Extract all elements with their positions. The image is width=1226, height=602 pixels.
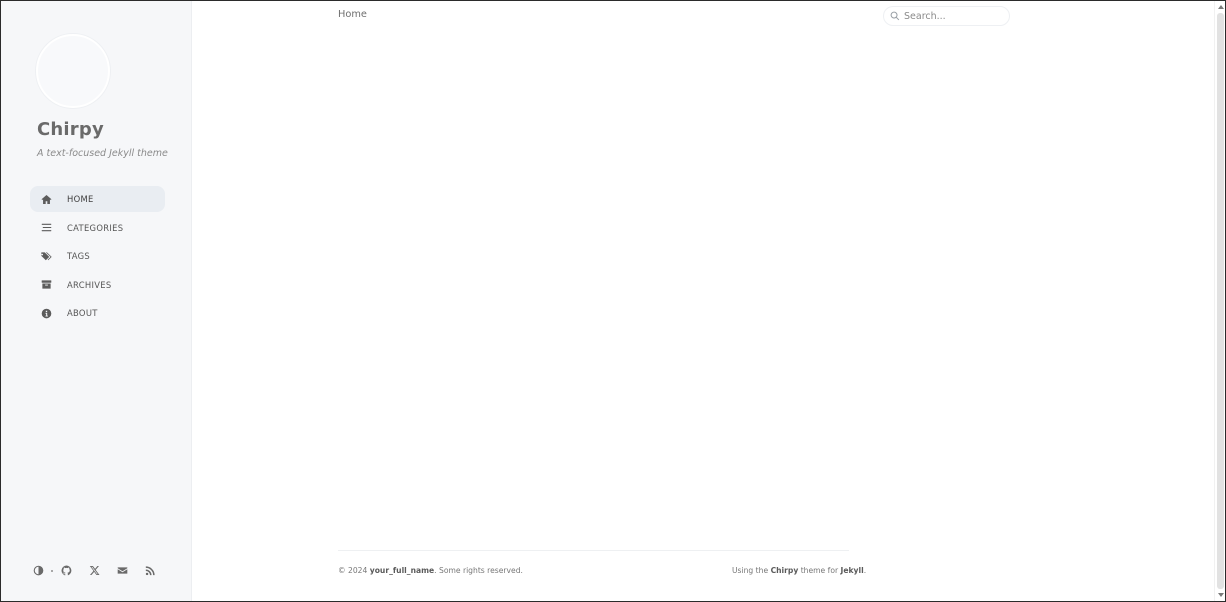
copyright-prefix: © 2024: [338, 566, 370, 575]
sidebar-item-archives[interactable]: ARCHIVES: [30, 272, 165, 298]
github-link[interactable]: [58, 562, 75, 579]
sidebar-item-label: ARCHIVES: [67, 279, 112, 290]
theme-toggle-icon: [33, 565, 44, 576]
search-input[interactable]: [904, 10, 1004, 22]
sidebar-item-home[interactable]: HOME: [30, 186, 165, 212]
rss-icon: [145, 566, 155, 576]
archive-icon: [40, 279, 52, 291]
credits-middle: theme for: [798, 566, 841, 575]
tags-icon: [40, 250, 52, 262]
sidebar-item-label: ABOUT: [67, 308, 98, 319]
sidebar-item-label: HOME: [67, 194, 94, 204]
sidebar-item-label: TAGS: [67, 251, 91, 262]
site-subtitle: A text-focused Jekyll theme: [37, 148, 168, 159]
scrollbar[interactable]: [1214, 1, 1225, 601]
credits-prefix: Using the: [732, 566, 771, 575]
home-icon: [40, 193, 52, 205]
avatar[interactable]: [36, 34, 110, 108]
stream-icon: [40, 222, 52, 234]
sidebar-nav: HOME CATEGORIES TAGS ARCHIVES ABOUT: [30, 186, 165, 329]
sidebar-item-tags[interactable]: TAGS: [30, 243, 165, 269]
scrollbar-thumb[interactable]: [1217, 13, 1224, 589]
footer-credits: Using the Chirpy theme for Jekyll.: [732, 566, 866, 575]
x-twitter-link[interactable]: [86, 562, 103, 579]
sidebar-bottom: [30, 562, 159, 579]
footer-divider: [338, 550, 849, 551]
jekyll-link[interactable]: Jekyll: [841, 566, 864, 575]
email-link[interactable]: [114, 562, 131, 579]
sidebar-item-categories[interactable]: CATEGORIES: [30, 215, 165, 241]
rss-link[interactable]: [142, 562, 159, 579]
scroll-down-arrow[interactable]: [1218, 593, 1224, 597]
email-icon: [117, 567, 128, 574]
sidebar-item-about[interactable]: ABOUT: [30, 300, 165, 326]
copyright-suffix: . Some rights reserved.: [434, 566, 523, 575]
github-icon: [61, 565, 72, 576]
separator-dot: [51, 569, 53, 572]
sidebar: Chirpy A text-focused Jekyll theme HOME …: [1, 1, 192, 601]
info-circle-icon: [40, 307, 52, 319]
credits-period: .: [863, 566, 867, 575]
sidebar-item-label: CATEGORIES: [67, 222, 124, 233]
scroll-up-arrow[interactable]: [1218, 5, 1224, 9]
footer-copyright: © 2024 your_full_name. Some rights reser…: [338, 566, 523, 575]
theme-toggle-button[interactable]: [30, 562, 47, 579]
author-link[interactable]: your_full_name: [370, 566, 434, 575]
search-icon: [890, 11, 900, 21]
chirpy-link[interactable]: Chirpy: [771, 566, 799, 575]
x-twitter-icon: [89, 566, 100, 575]
breadcrumb: Home: [338, 9, 367, 20]
site-title[interactable]: Chirpy: [37, 119, 104, 140]
search-box[interactable]: [883, 6, 1010, 26]
